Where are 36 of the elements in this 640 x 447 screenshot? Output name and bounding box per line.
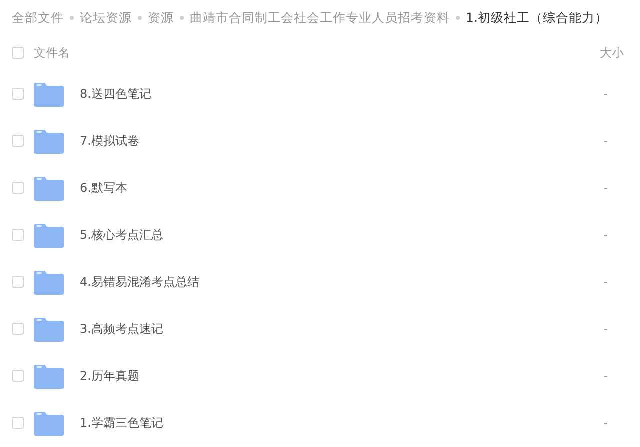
- checkbox[interactable]: [12, 134, 24, 146]
- checkbox[interactable]: [12, 416, 24, 428]
- file-name[interactable]: 3.高频考点速记: [80, 320, 164, 338]
- file-name[interactable]: 6.默写本: [80, 178, 128, 196]
- file-size: -: [604, 274, 608, 290]
- checkbox[interactable]: [12, 47, 24, 59]
- file-size: -: [604, 180, 608, 196]
- checkbox[interactable]: [12, 228, 24, 240]
- checkbox[interactable]: [12, 276, 24, 288]
- checkbox[interactable]: [12, 88, 24, 100]
- file-size: -: [604, 320, 608, 338]
- breadcrumb-link[interactable]: 1.初级社工（综合能力）: [466, 8, 608, 28]
- folder-icon: [34, 316, 64, 342]
- file-size: -: [604, 414, 608, 432]
- column-header: 大小: [600, 45, 624, 62]
- file-size: -: [604, 226, 608, 244]
- file-size: -: [604, 86, 608, 102]
- file-size: -: [604, 368, 608, 384]
- file-size: -: [604, 132, 608, 150]
- folder-icon: [34, 362, 64, 388]
- file-name[interactable]: 5.核心考点汇总: [80, 226, 164, 244]
- folder-icon: [34, 222, 64, 248]
- file-name[interactable]: 2.历年真题: [80, 366, 140, 384]
- folder-icon: [34, 174, 64, 200]
- checkbox[interactable]: [12, 322, 24, 334]
- column-header: 文件名: [34, 45, 70, 62]
- file-name[interactable]: 8.送四色笔记: [80, 84, 152, 102]
- checkbox[interactable]: [12, 182, 24, 194]
- folder-icon: [34, 128, 64, 154]
- file-name[interactable]: 1.学霸三色笔记: [80, 414, 164, 432]
- file-name[interactable]: 7.模拟试卷: [80, 132, 140, 150]
- file-name[interactable]: 4.易错易混淆考点总结: [80, 272, 200, 290]
- checkbox[interactable]: [12, 370, 24, 382]
- folder-icon: [34, 410, 64, 436]
- folder-icon: [34, 268, 64, 294]
- folder-icon: [34, 80, 64, 106]
